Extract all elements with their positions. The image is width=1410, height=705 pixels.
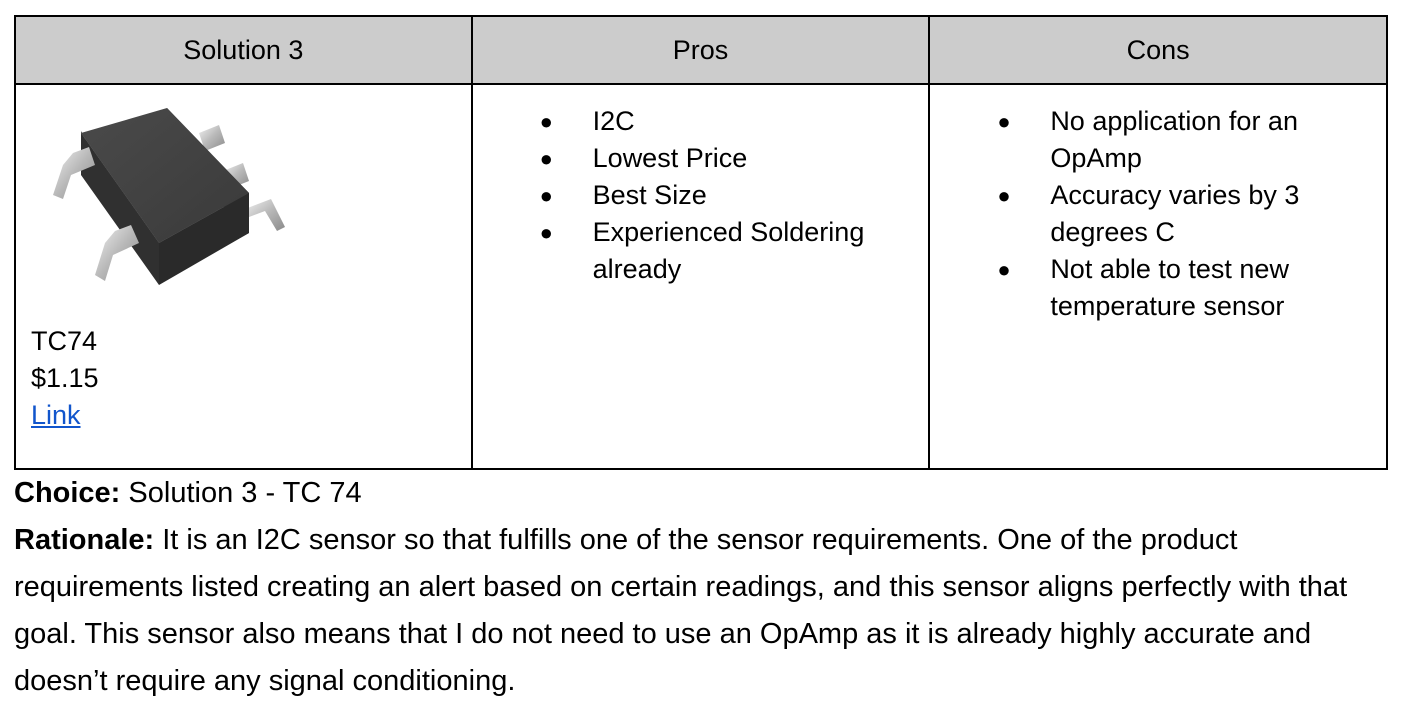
pro-text: Lowest Price bbox=[592, 143, 748, 173]
pro-text: Experienced Soldering already bbox=[592, 217, 865, 284]
solution-cell: TC74 $1.15 Link bbox=[14, 83, 473, 470]
list-item: ● I2C bbox=[473, 103, 909, 140]
part-price: $1.15 bbox=[31, 363, 99, 393]
rationale-label: Rationale: bbox=[14, 524, 155, 556]
chip-image bbox=[53, 108, 285, 285]
list-item: ● No application for an OpAmp bbox=[930, 103, 1366, 177]
comparison-table: Solution 3 Pros Cons TC74 $1.15 Link ● I… bbox=[14, 15, 1388, 470]
choice-paragraph: Choice: Solution 3 - TC 74 bbox=[14, 470, 1388, 517]
list-item: ● Not able to test new temperature sensor bbox=[930, 251, 1366, 325]
pro-text: I2C bbox=[592, 106, 635, 136]
con-text: Not able to test new temperature sensor bbox=[1050, 254, 1289, 321]
product-link[interactable]: Link bbox=[31, 397, 471, 434]
bullet-icon: ● bbox=[997, 257, 1011, 282]
header-solution: Solution 3 bbox=[14, 15, 473, 85]
list-item: ● Experienced Soldering already bbox=[473, 214, 909, 288]
con-text: Accuracy varies by 3 degrees C bbox=[1050, 180, 1300, 247]
part-name: TC74 bbox=[31, 326, 98, 356]
table-row: TC74 $1.15 Link ● I2C ● Lowest Price ● Best… bbox=[14, 83, 1388, 470]
table-header-row: Solution 3 Pros Cons bbox=[14, 15, 1388, 85]
cons-list: ● No application for an OpAmp ● Accuracy v… bbox=[930, 103, 1366, 325]
rationale-paragraph: Rationale: It is an I2C sensor so that f… bbox=[14, 517, 1388, 705]
cons-cell: ● No application for an OpAmp ● Accuracy v… bbox=[928, 83, 1388, 470]
pros-cell: ● I2C ● Lowest Price ● Best Size ● Experienc… bbox=[470, 83, 931, 470]
bullet-icon: ● bbox=[539, 220, 553, 245]
list-item: ● Accuracy varies by 3 degrees C bbox=[930, 177, 1366, 251]
pros-list: ● I2C ● Lowest Price ● Best Size ● Experienc… bbox=[473, 103, 909, 288]
bullet-icon: ● bbox=[997, 183, 1011, 208]
bullet-icon: ● bbox=[997, 109, 1011, 134]
bullet-icon: ● bbox=[539, 109, 553, 134]
choice-label: Choice: bbox=[14, 477, 121, 509]
bullet-icon: ● bbox=[539, 146, 553, 171]
choice-text: Solution 3 - TC 74 bbox=[120, 477, 362, 509]
pro-text: Best Size bbox=[592, 180, 707, 210]
header-pros: Pros bbox=[470, 15, 931, 85]
rationale-text: It is an I2C sensor so that fulfills one… bbox=[14, 524, 1348, 697]
list-item: ● Lowest Price bbox=[473, 140, 909, 177]
list-item: ● Best Size bbox=[473, 177, 909, 214]
document: Solution 3 Pros Cons TC74 $1.15 Link ● I… bbox=[14, 15, 1388, 705]
con-text: No application for an OpAmp bbox=[1050, 106, 1298, 173]
header-cons: Cons bbox=[928, 15, 1388, 85]
bullet-icon: ● bbox=[539, 183, 553, 208]
